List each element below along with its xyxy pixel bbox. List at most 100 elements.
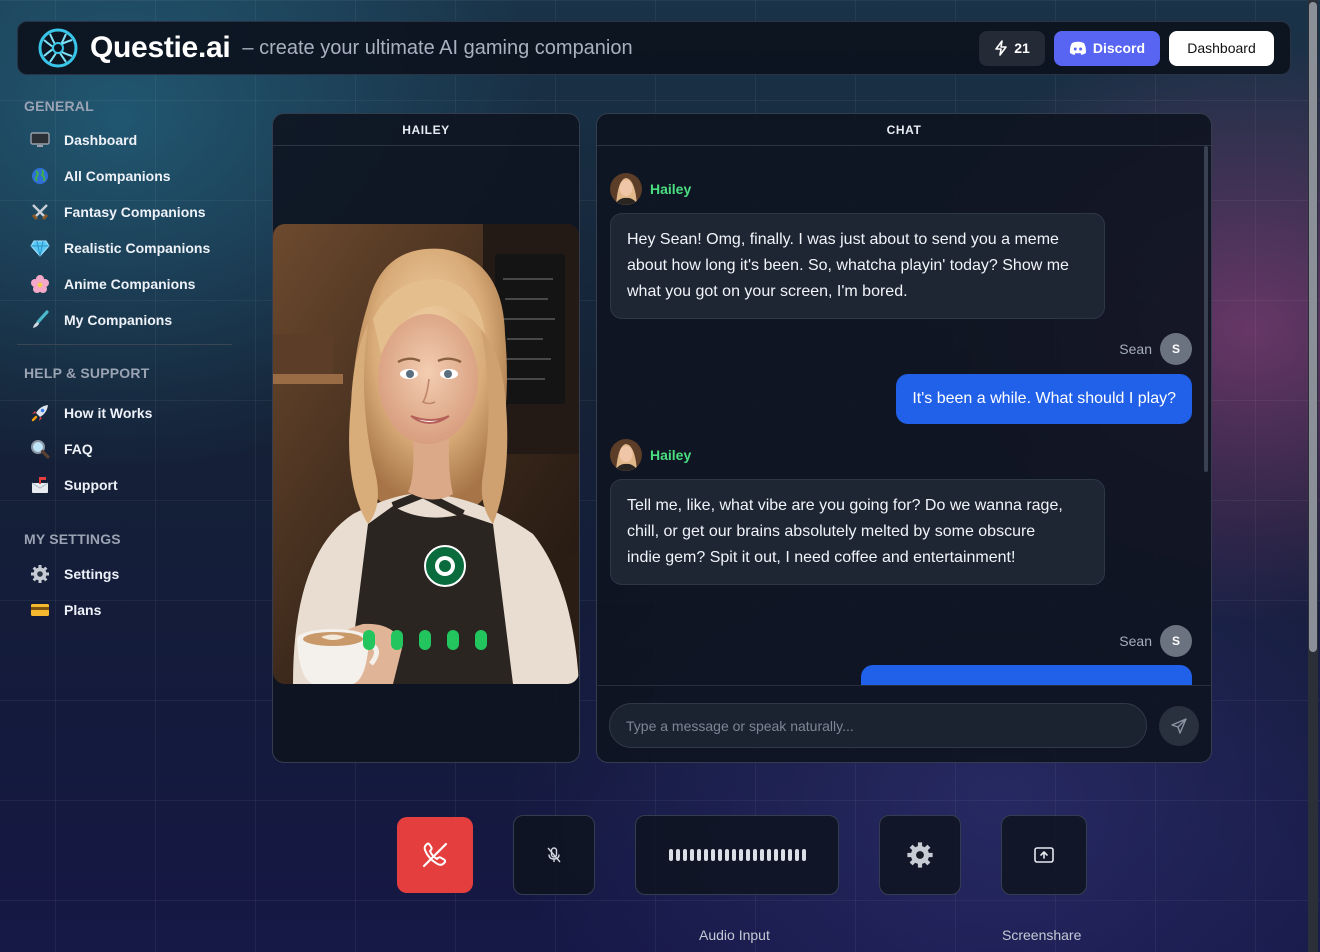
message-header-user: Sean S — [1119, 625, 1192, 657]
magnifier-icon — [30, 439, 50, 459]
cherry-blossom-icon — [30, 274, 50, 294]
message-header-user: Sean S — [1119, 333, 1192, 365]
sidebar-item-label: FAQ — [64, 441, 93, 457]
sidebar-item-realistic-companions[interactable]: Realistic Companions — [0, 230, 232, 266]
screenshare-icon — [1034, 847, 1054, 863]
audio-level-bar — [801, 849, 806, 861]
gem-icon — [30, 238, 50, 258]
send-icon — [1171, 718, 1187, 734]
audio-level-bar — [724, 849, 729, 861]
sidebar-item-plans[interactable]: Plans — [0, 592, 232, 628]
screenshare-label: Screenshare — [1002, 927, 1082, 943]
message-bubble-user — [861, 665, 1192, 685]
audio-input-button[interactable] — [635, 815, 839, 895]
gear-icon — [907, 842, 933, 868]
page-scrollbar[interactable] — [1308, 0, 1318, 952]
chat-scrollbar[interactable] — [1204, 146, 1208, 472]
sidebar-item-how-it-works[interactable]: How it Works — [0, 395, 232, 431]
page-scrollbar-thumb[interactable] — [1309, 2, 1317, 652]
speaking-bar — [363, 630, 375, 650]
sidebar-item-support[interactable]: Support — [0, 467, 232, 503]
globe-icon — [30, 166, 50, 186]
message-bubble-ai: Tell me, like, what vibe are you going f… — [610, 479, 1105, 585]
audio-level-bar — [717, 849, 722, 861]
call-settings-button[interactable] — [879, 815, 961, 895]
sidebar-item-label: Support — [64, 477, 118, 493]
sidebar-item-fantasy-companions[interactable]: Fantasy Companions — [0, 194, 232, 230]
speaking-bar — [419, 630, 431, 650]
audio-level-bar — [766, 849, 771, 861]
message-header-ai: Hailey — [610, 173, 691, 205]
end-call-button[interactable] — [397, 817, 473, 893]
sidebar-item-label: How it Works — [64, 405, 153, 421]
sidebar-item-label: Plans — [64, 602, 102, 618]
sidebar-item-label: My Companions — [64, 312, 173, 328]
discord-icon — [1069, 41, 1086, 55]
credits-button[interactable]: 21 — [979, 30, 1045, 66]
sidebar-item-label: Realistic Companions — [64, 240, 211, 256]
sidebar-item-label: All Companions — [64, 168, 171, 184]
audio-level-bar — [668, 849, 673, 861]
speaking-indicator — [363, 630, 487, 650]
sidebar-item-all-companions[interactable]: All Companions — [0, 158, 232, 194]
chat-panel-title: CHAT — [597, 114, 1211, 146]
chat-message-input[interactable]: Type a message or speak naturally... — [609, 703, 1147, 748]
send-button[interactable] — [1159, 706, 1199, 746]
speaking-bar — [447, 630, 459, 650]
message-bubble-user: It's been a while. What should I play? — [896, 374, 1192, 424]
sidebar-item-faq[interactable]: FAQ — [0, 431, 232, 467]
audio-level-bar — [675, 849, 680, 861]
sidebar-item-anime-companions[interactable]: Anime Companions — [0, 266, 232, 302]
audio-level-bar — [731, 849, 736, 861]
sidebar-item-settings[interactable]: Settings — [0, 556, 232, 592]
audio-level-bar — [696, 849, 701, 861]
sender-name: Hailey — [650, 447, 692, 463]
gear-icon — [30, 564, 50, 584]
mailbox-icon — [30, 475, 50, 495]
companion-avatar — [610, 173, 642, 205]
rocket-icon — [30, 403, 50, 423]
companion-avatar — [610, 439, 642, 471]
sidebar-item-label: Dashboard — [64, 132, 138, 148]
sender-name: Sean — [1119, 341, 1152, 357]
sidebar: GENERAL Dashboard All Companions Fantasy… — [0, 90, 232, 628]
message-header-ai: Hailey — [610, 439, 691, 471]
companion-portrait — [273, 224, 579, 684]
mic-off-icon — [547, 847, 561, 863]
mute-microphone-button[interactable] — [513, 815, 595, 895]
audio-level-bar — [759, 849, 764, 861]
screenshare-button[interactable] — [1001, 815, 1087, 895]
chat-messages[interactable]: Hailey Hey Sean! Omg, finally. I was jus… — [597, 147, 1211, 685]
section-title-help-support: HELP & SUPPORT — [24, 365, 150, 381]
dashboard-button[interactable]: Dashboard — [1169, 30, 1274, 66]
top-header: Questie.ai – create your ultimate AI gam… — [17, 21, 1291, 75]
audio-level-bar — [794, 849, 799, 861]
section-title-my-settings: MY SETTINGS — [24, 531, 121, 547]
brand-name[interactable]: Questie.ai — [90, 31, 231, 65]
audio-level-bar — [689, 849, 694, 861]
sidebar-item-dashboard[interactable]: Dashboard — [0, 122, 232, 158]
credits-count: 21 — [1014, 40, 1030, 56]
speaking-bar — [475, 630, 487, 650]
audio-level-bar — [710, 849, 715, 861]
sidebar-item-label: Settings — [64, 566, 120, 582]
audio-level-bar — [745, 849, 750, 861]
questie-logo-icon[interactable] — [36, 26, 80, 70]
monitor-icon — [30, 130, 50, 150]
sender-name: Hailey — [650, 181, 692, 197]
sidebar-item-label: Fantasy Companions — [64, 204, 206, 220]
companion-portrait-image — [273, 224, 579, 684]
audio-level-bar — [752, 849, 757, 861]
section-title-general: GENERAL — [24, 98, 94, 114]
brand-tagline: – create your ultimate AI gaming compani… — [242, 36, 633, 59]
audio-level-bar — [780, 849, 785, 861]
sidebar-item-label: Anime Companions — [64, 276, 196, 292]
sidebar-item-my-companions[interactable]: My Companions — [0, 302, 232, 338]
chat-panel: CHAT Hailey Hey Sean! Omg, finally. I wa… — [596, 113, 1212, 763]
discord-button[interactable]: Discord — [1054, 30, 1160, 66]
paintbrush-icon — [30, 310, 50, 330]
companion-panel-title: HAILEY — [273, 114, 579, 146]
discord-label: Discord — [1092, 40, 1145, 56]
sender-name: Sean — [1119, 633, 1152, 649]
user-avatar: S — [1160, 333, 1192, 365]
